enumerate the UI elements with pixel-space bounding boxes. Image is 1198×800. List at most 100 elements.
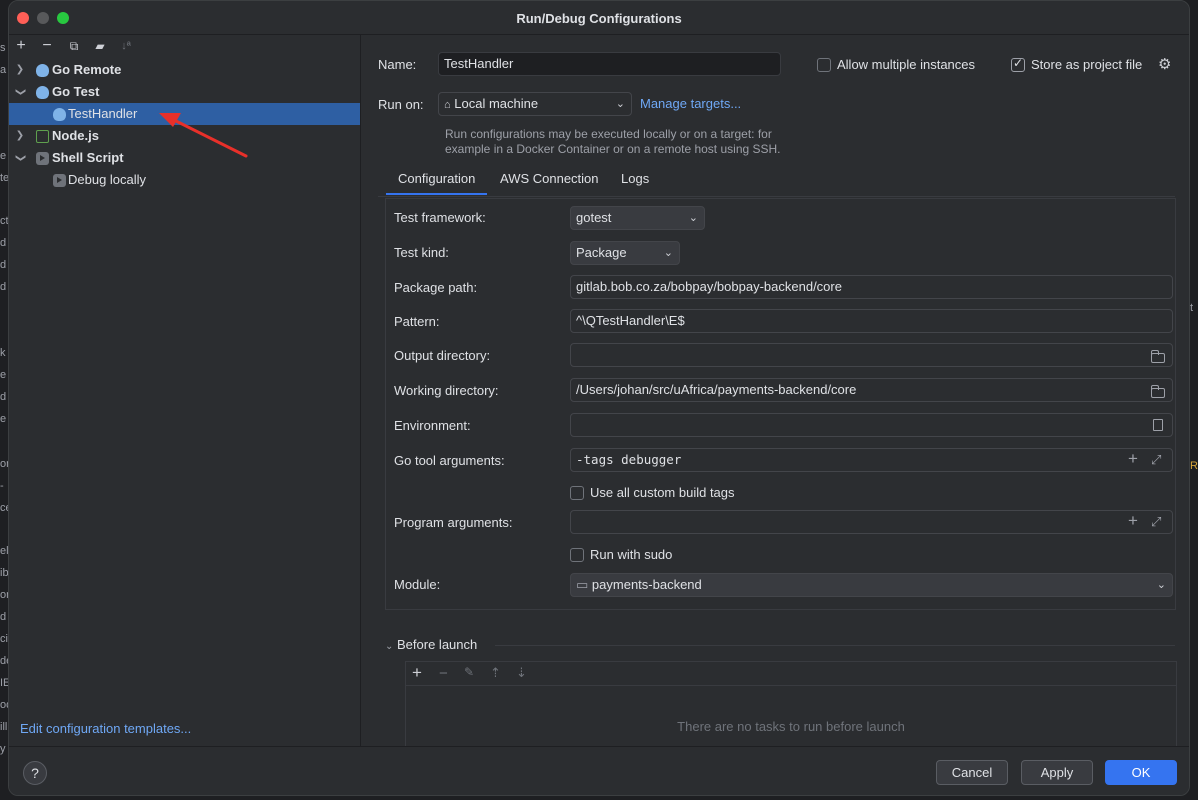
dialog-title: Run/Debug Configurations	[516, 11, 682, 26]
program-arguments-label: Program arguments:	[394, 515, 513, 530]
module-value: payments-backend	[591, 577, 702, 592]
ok-button[interactable]: OK	[1105, 760, 1177, 785]
bg-glyph: d	[0, 611, 7, 623]
test-kind-label: Test kind:	[394, 245, 449, 260]
bg-glyph: d	[0, 237, 7, 249]
bg-glyph: or	[0, 589, 8, 601]
add-icon[interactable]: +	[412, 663, 422, 683]
pattern-field[interactable]: ^\QTestHandler\E$	[570, 309, 1173, 333]
cancel-button[interactable]: Cancel	[936, 760, 1008, 785]
gopher-icon	[36, 86, 49, 99]
environment-field[interactable]	[570, 413, 1173, 437]
store-project-checkbox[interactable]	[1011, 56, 1025, 72]
tree-item-testhandler[interactable]: TestHandler	[9, 103, 360, 125]
tab-aws-connection[interactable]: AWS Connection	[488, 165, 611, 195]
remove-icon[interactable]: −	[439, 665, 448, 682]
name-field[interactable]: TestHandler	[438, 52, 781, 76]
tree-item-go-remote[interactable]: ❯ Go Remote	[9, 59, 360, 81]
bg-glyph: a	[0, 64, 7, 76]
add-icon[interactable]: +	[1128, 512, 1138, 529]
expand-icon[interactable]: ⤢	[1151, 515, 1161, 529]
chevron-down-icon[interactable]: ❯	[9, 85, 31, 99]
allow-multiple-checkbox[interactable]	[817, 58, 831, 72]
run-with-sudo-label[interactable]: Run with sudo	[590, 547, 672, 562]
before-launch-list: + − ✎ ⇡ ⇣ There are no tasks to run befo…	[405, 661, 1177, 747]
tree-item-nodejs[interactable]: ❯ Node.js	[9, 125, 360, 147]
tree-item-label: Go Remote	[52, 62, 122, 77]
bg-glyph: t	[1190, 302, 1194, 314]
bg-glyph: -	[0, 480, 4, 492]
chevron-down-icon: ⌄	[385, 641, 394, 652]
use-all-tags-checkbox[interactable]	[570, 486, 584, 500]
tree-item-label: Go Test	[52, 84, 100, 99]
new-folder-icon[interactable]: ▰	[91, 37, 109, 55]
test-kind-value: Package	[576, 245, 627, 260]
chevron-down-icon[interactable]: ❯	[9, 151, 31, 165]
run-on-value: Local machine	[454, 96, 539, 111]
add-icon[interactable]: +	[1128, 450, 1138, 467]
title-bar: Run/Debug Configurations	[9, 1, 1189, 35]
chevron-right-icon[interactable]: ❯	[13, 125, 27, 147]
go-tool-arguments-field[interactable]: -tags debugger	[570, 448, 1173, 472]
add-icon[interactable]: +	[12, 37, 30, 55]
bg-glyph: d	[0, 259, 7, 271]
before-launch-title: Before launch	[397, 637, 478, 652]
tree-item-go-test[interactable]: ❯ Go Test	[9, 81, 360, 103]
tree-item-debug-locally[interactable]: Debug locally	[9, 169, 360, 191]
package-path-field[interactable]: gitlab.bob.co.za/bobpay/bobpay-backend/c…	[570, 275, 1173, 299]
folder-icon[interactable]	[1150, 350, 1165, 363]
output-directory-field[interactable]	[570, 343, 1173, 367]
remove-icon[interactable]: −	[38, 37, 56, 55]
chevron-right-icon[interactable]: ❯	[13, 59, 27, 81]
bg-glyph: or	[0, 458, 8, 470]
bg-glyph: e	[0, 369, 7, 381]
help-button[interactable]: ?	[23, 761, 47, 785]
edit-templates-link[interactable]: Edit configuration templates...	[20, 721, 191, 736]
configurations-tree: ❯ Go Remote ❯ Go Test TestHandler ❯ Node…	[9, 59, 360, 191]
bg-glyph: IE	[0, 677, 8, 689]
edit-environment-icon[interactable]	[1153, 419, 1163, 431]
store-project-label[interactable]: Store as project file	[1031, 57, 1142, 72]
test-framework-value: gotest	[576, 210, 612, 225]
sort-icon[interactable]: ↓ª	[117, 37, 135, 55]
program-arguments-field[interactable]	[570, 510, 1173, 534]
use-all-tags-label[interactable]: Use all custom build tags	[590, 485, 735, 500]
tree-item-shell-script[interactable]: ❯ Shell Script	[9, 147, 360, 169]
tree-item-label: TestHandler	[68, 106, 138, 121]
configuration-form: Test framework: gotest ⌄ Test kind: Pack…	[385, 198, 1176, 610]
name-label: Name:	[378, 57, 417, 72]
move-up-icon[interactable]: ⇡	[490, 665, 501, 681]
run-on-label: Run on:	[378, 97, 424, 112]
package-path-label: Package path:	[394, 280, 478, 295]
manage-targets-link[interactable]: Manage targets...	[640, 96, 741, 111]
expand-icon[interactable]: ⤢	[1151, 453, 1161, 467]
edit-icon[interactable]: ✎	[464, 665, 474, 679]
hint-line: Run configurations may be executed local…	[445, 127, 772, 141]
go-tool-arguments-label: Go tool arguments:	[394, 453, 505, 468]
chevron-down-icon: ⌄	[1156, 579, 1166, 591]
test-kind-dropdown[interactable]: Package ⌄	[570, 241, 680, 265]
working-directory-field[interactable]: /Users/johan/src/uAfrica/payments-backen…	[570, 378, 1173, 402]
section-divider	[495, 645, 1175, 646]
run-on-hint: Run configurations may be executed local…	[445, 127, 781, 157]
sidebar-toolbar: + − ⧉ ▰ ↓ª	[9, 35, 360, 57]
allow-multiple-label[interactable]: Allow multiple instances	[837, 57, 975, 72]
run-on-dropdown[interactable]: ⌂ Local machine ⌄	[438, 92, 632, 116]
home-icon: ⌂	[444, 99, 451, 111]
bg-glyph: e	[0, 413, 7, 425]
tab-logs[interactable]: Logs	[609, 165, 661, 195]
apply-button[interactable]: Apply	[1021, 760, 1093, 785]
folder-icon[interactable]	[1150, 385, 1165, 398]
copy-icon[interactable]: ⧉	[65, 37, 83, 55]
bg-glyph: y	[0, 743, 6, 755]
bg-glyph: el	[0, 545, 8, 557]
module-folder-icon: ▭	[576, 577, 589, 592]
shell-script-icon	[36, 152, 49, 165]
before-launch-header[interactable]: ⌄ Before launch	[385, 637, 477, 652]
gear-icon[interactable]: ⚙	[1158, 55, 1171, 73]
move-down-icon[interactable]: ⇣	[516, 665, 527, 681]
test-framework-dropdown[interactable]: gotest ⌄	[570, 206, 705, 230]
module-dropdown[interactable]: ▭ payments-backend ⌄	[570, 573, 1173, 597]
tab-configuration[interactable]: Configuration	[386, 165, 488, 195]
run-with-sudo-checkbox[interactable]	[570, 548, 584, 562]
